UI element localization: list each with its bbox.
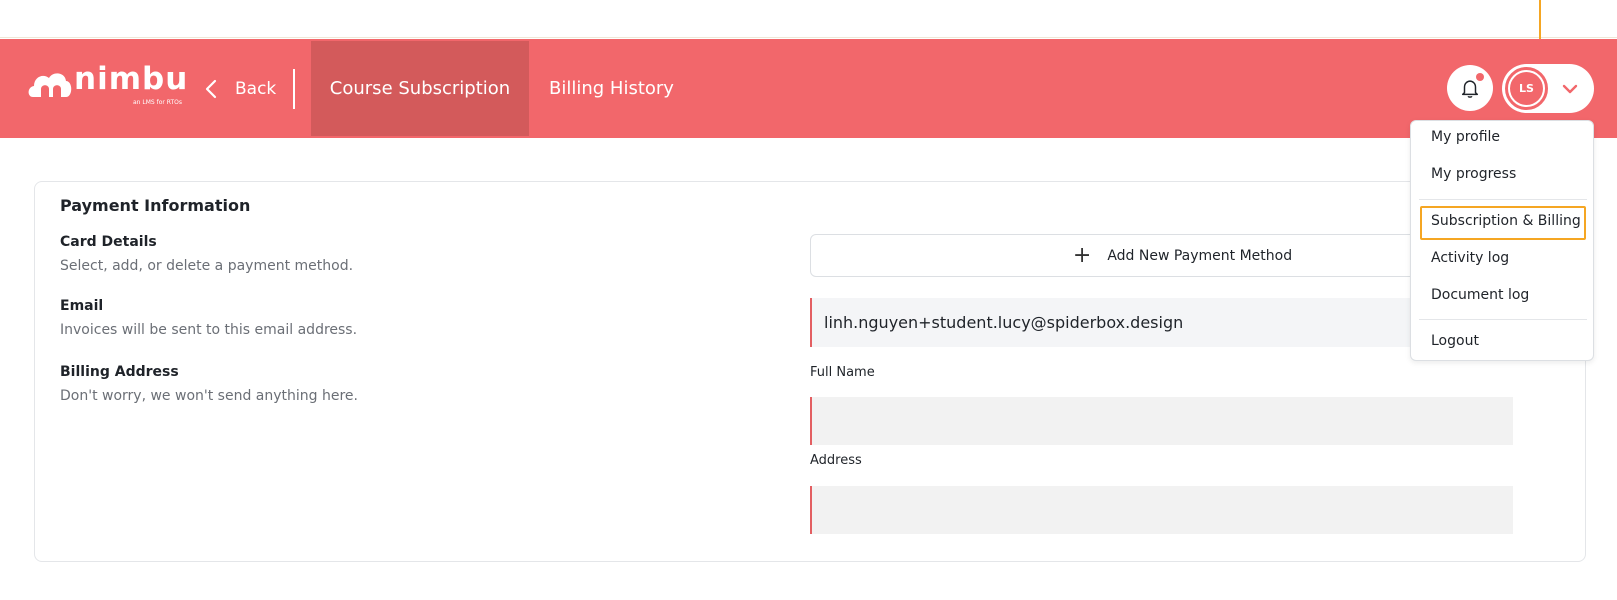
top-strip [0, 0, 1617, 38]
user-dropdown-menu: My profile My progress Subscription & Bi… [1410, 120, 1594, 361]
plus-icon: + [1072, 243, 1092, 268]
card-title: Payment Information [60, 196, 251, 215]
billing-address-label: Billing Address [60, 364, 179, 380]
header-divider [293, 69, 295, 109]
menu-item-subscription-billing[interactable]: Subscription & Billing [1431, 213, 1581, 229]
add-payment-method-label: Add New Payment Method [1107, 247, 1293, 264]
logo-wordmark: nimbu [74, 61, 189, 97]
menu-item-my-progress[interactable]: My progress [1431, 166, 1516, 182]
avatar-initials: LS [1510, 72, 1543, 105]
menu-item-logout[interactable]: Logout [1431, 333, 1479, 349]
notifications-button[interactable] [1447, 65, 1493, 111]
user-menu-button[interactable]: LS [1502, 64, 1594, 113]
card-details-description: Select, add, or delete a payment method. [60, 258, 354, 274]
address-input[interactable] [810, 486, 1513, 534]
email-label: Email [60, 298, 104, 314]
email-description: Invoices will be sent to this email addr… [60, 322, 358, 338]
avatar: LS [1505, 67, 1548, 110]
address-label: Address [810, 453, 862, 468]
tab-course-subscription[interactable]: Course Subscription [311, 41, 529, 136]
back-button[interactable]: Back [205, 39, 276, 138]
notification-dot [1476, 73, 1484, 81]
card-details-label: Card Details [60, 234, 157, 250]
menu-divider [1419, 319, 1587, 320]
menu-item-document-log[interactable]: Document log [1431, 287, 1529, 303]
app-header: nimbu an LMS for RTOs Back Course Subscr… [0, 39, 1617, 138]
back-label: Back [235, 78, 277, 99]
menu-divider [1419, 199, 1587, 200]
tab-billing-history[interactable]: Billing History [549, 41, 674, 136]
full-name-input[interactable] [810, 397, 1513, 445]
cloud-logo-icon [28, 73, 72, 97]
full-name-label: Full Name [810, 365, 875, 380]
chevron-down-icon [1562, 84, 1578, 94]
payment-information-card: Payment Information Card Details Select,… [34, 181, 1586, 562]
menu-item-my-profile[interactable]: My profile [1431, 129, 1500, 145]
billing-address-description: Don't worry, we won't send anything here… [60, 388, 358, 404]
chevron-left-icon [205, 79, 217, 98]
menu-item-activity-log[interactable]: Activity log [1431, 250, 1509, 266]
nimbu-logo[interactable]: nimbu an LMS for RTOs [27, 61, 189, 109]
logo-tagline: an LMS for RTOs [133, 99, 183, 106]
